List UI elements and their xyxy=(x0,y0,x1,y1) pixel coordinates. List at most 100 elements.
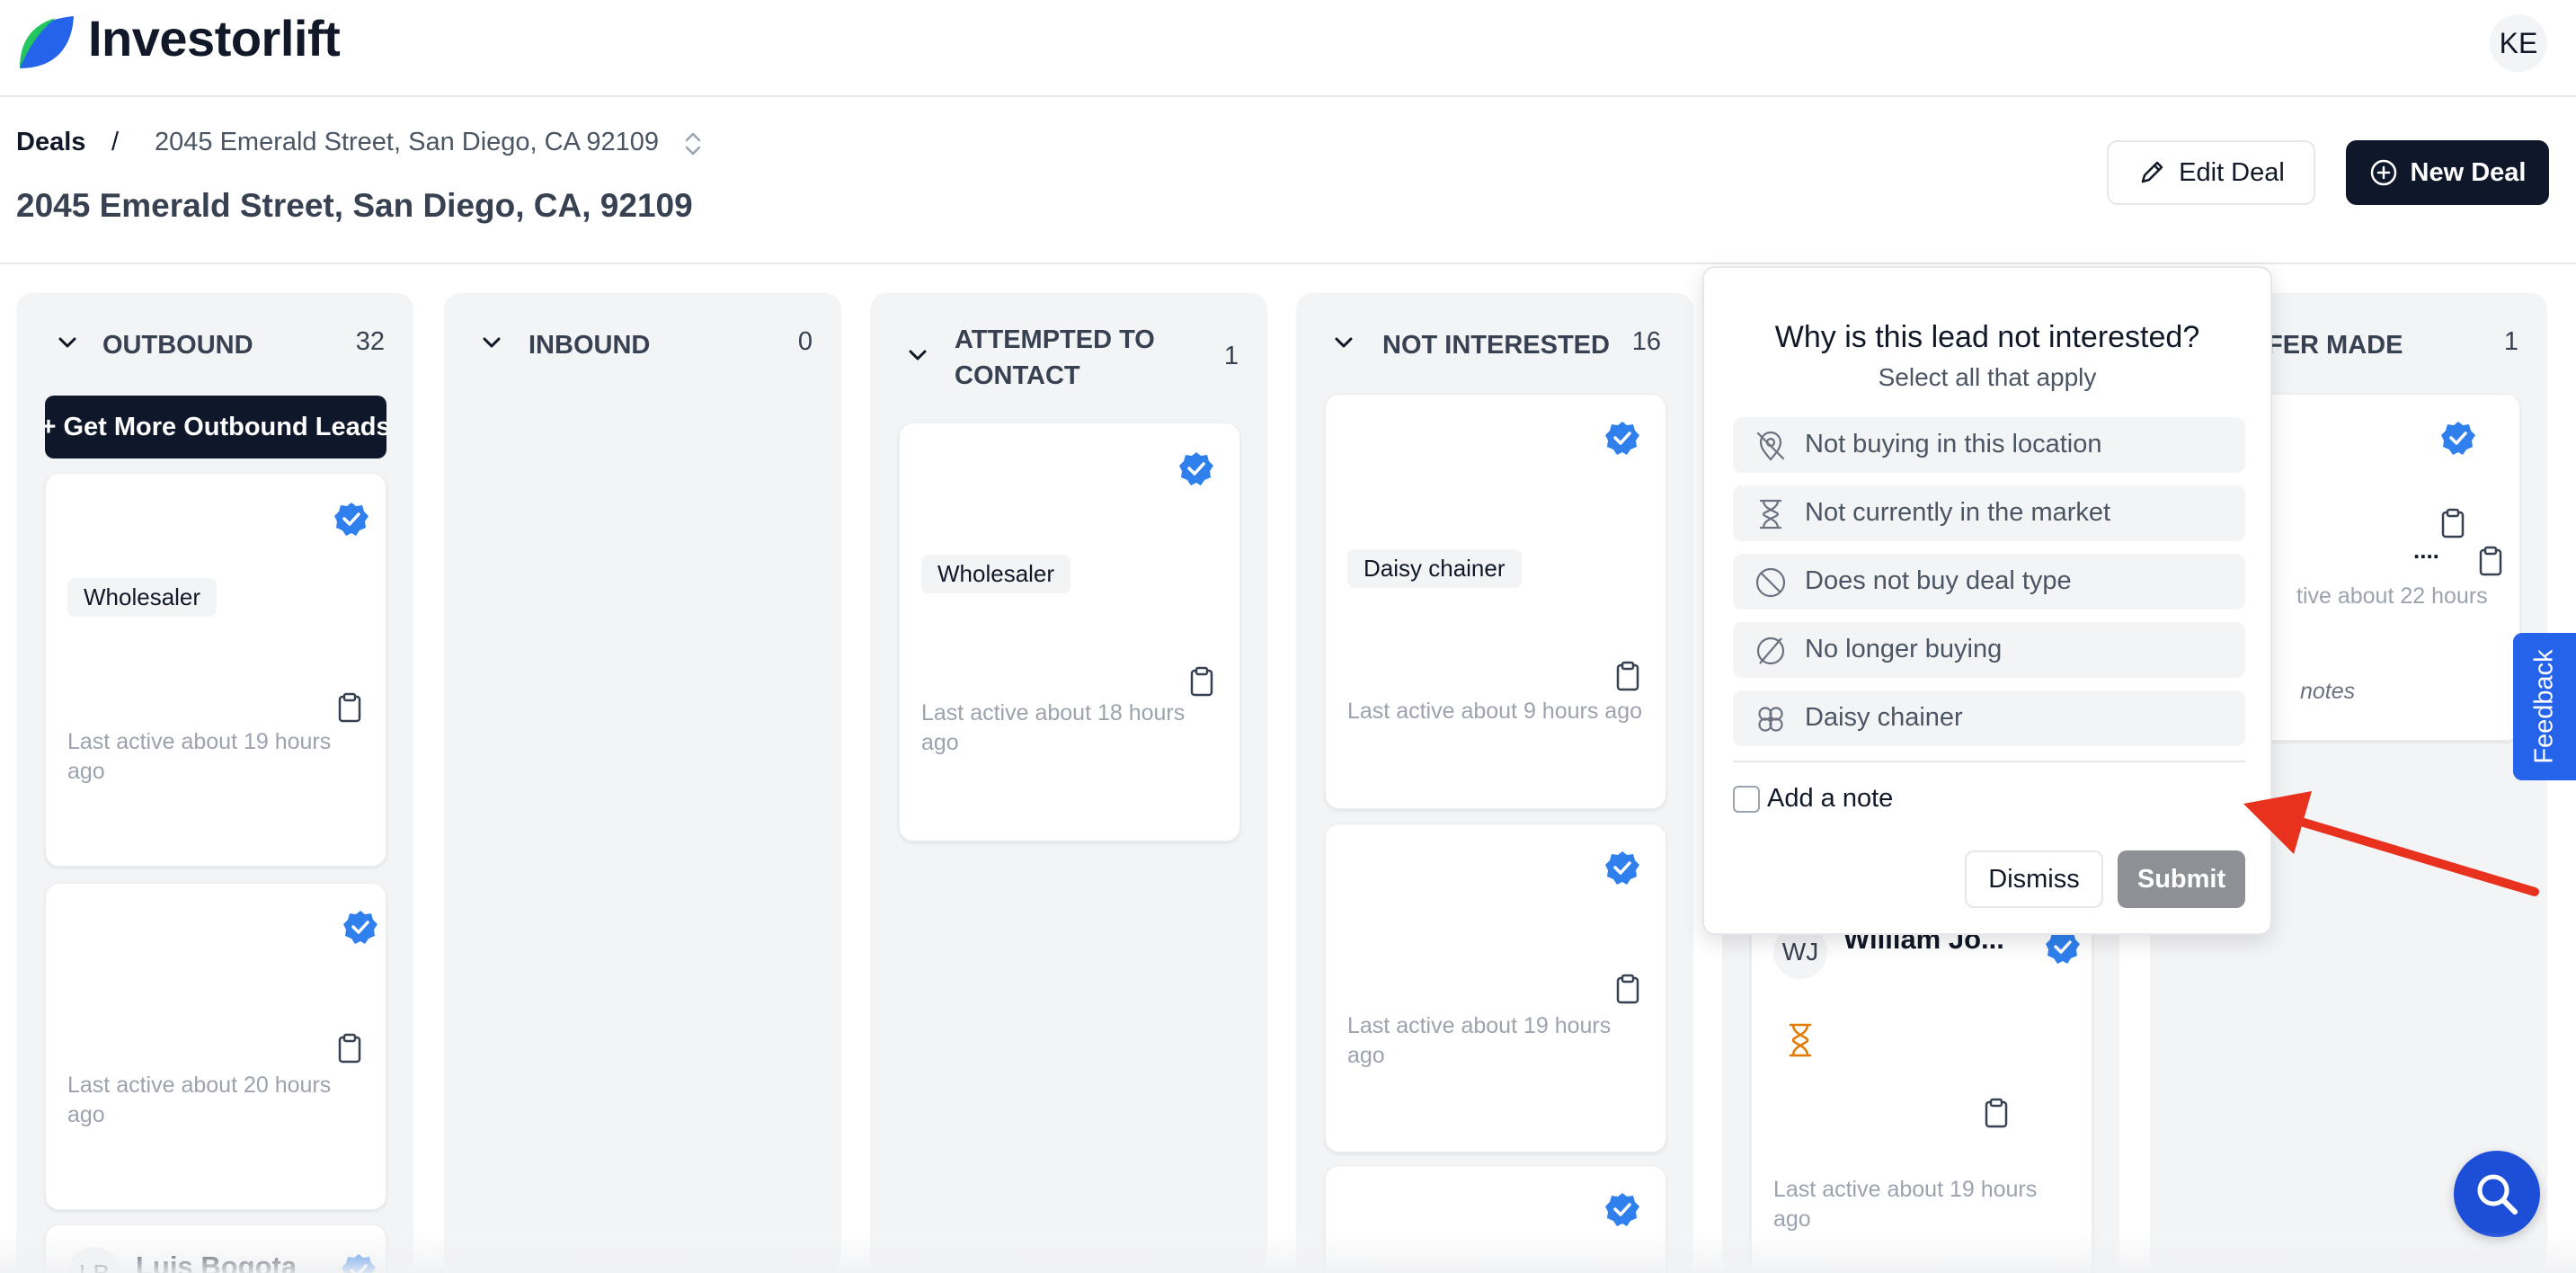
red-arrow-annotation-icon xyxy=(2229,782,2544,908)
column-header: NOT INTERESTED 16 xyxy=(1296,293,1693,392)
flower-icon xyxy=(1754,703,1787,735)
column-attempted-to-contact: ATTEMPTED TO CONTACT 1 Wholesaler Last a… xyxy=(870,293,1267,1273)
lead-card[interactable]: Last active about 19 hours ago xyxy=(1325,823,1666,1153)
breadcrumb-deals-link[interactable]: Deals xyxy=(16,128,85,157)
dismiss-button[interactable]: Dismiss xyxy=(1965,850,2103,908)
reason-label: Daisy chainer xyxy=(1805,703,1963,732)
column-count: 16 xyxy=(1631,327,1661,356)
avatar: LB xyxy=(67,1247,121,1273)
clipboard-icon[interactable] xyxy=(1189,666,1214,697)
last-active-line: Last active about 19 hours xyxy=(67,729,332,754)
lead-card[interactable]: Wholesaler Last active about 19 hours ag… xyxy=(45,473,386,867)
breadcrumb-separator: / xyxy=(111,128,120,156)
clipboard-icon[interactable] xyxy=(2478,546,2503,576)
clipboard-icon[interactable] xyxy=(337,1033,362,1064)
last-active-line: Last active about 20 hours xyxy=(67,1073,332,1098)
clipboard-icon[interactable] xyxy=(337,692,362,723)
ban-icon xyxy=(1754,566,1787,599)
popover-subtitle: Select all that apply xyxy=(1878,363,2097,391)
top-bar: Investorlift KE xyxy=(0,0,2576,97)
verified-badge-icon xyxy=(2440,420,2476,456)
search-icon xyxy=(2473,1170,2521,1218)
lead-name[interactable]: Luis Bogota xyxy=(136,1251,297,1273)
notes-text[interactable]: notes xyxy=(2300,679,2355,705)
column-count: 0 xyxy=(797,327,813,356)
page-title: 2045 Emerald Street, San Diego, CA, 9210… xyxy=(16,187,693,224)
column-title-line: CONTACT xyxy=(955,361,1080,390)
last-active-text: tive about 22 hours xyxy=(2296,583,2488,609)
lead-card[interactable]: Daisy chainer Last active about 9 hours … xyxy=(1325,394,1666,809)
lead-name[interactable]: .... xyxy=(2413,537,2439,565)
add-note-checkbox[interactable] xyxy=(1733,786,1760,813)
clipboard-icon[interactable] xyxy=(2440,508,2465,539)
lead-card[interactable]: LB Luis Bogota xyxy=(45,1224,386,1273)
reason-label: No longer buying xyxy=(1805,635,2003,663)
lead-tag: Wholesaler xyxy=(67,578,218,617)
reason-deal-type[interactable]: Does not buy deal type xyxy=(1733,554,2245,610)
reason-no-longer-buying[interactable]: No longer buying xyxy=(1733,622,2245,678)
submit-button[interactable]: Submit xyxy=(2118,850,2245,908)
reason-daisy-chainer[interactable]: Daisy chainer xyxy=(1733,690,2245,746)
user-avatar[interactable]: KE xyxy=(2490,14,2547,72)
lead-card[interactable]: Wholesaler Last active about 18 hours ag… xyxy=(899,423,1240,841)
verified-badge-icon xyxy=(342,909,378,945)
reason-label: Does not buy deal type xyxy=(1805,566,2072,595)
chevron-up-down-icon[interactable] xyxy=(683,129,703,158)
lead-card[interactable]: Last active about 20 hours ago xyxy=(45,883,386,1210)
clipboard-icon[interactable] xyxy=(1984,1098,2009,1128)
column-title: INBOUND xyxy=(529,331,651,360)
column-title: ATTEMPTED TO CONTACT xyxy=(955,322,1155,394)
last-active-line: ago xyxy=(1773,1206,1811,1232)
popover-title: Why is this lead not interested? xyxy=(1774,320,2200,354)
last-active-line: ago xyxy=(921,730,959,755)
not-interested-popover: Why is this lead not interested? Select … xyxy=(1702,266,2272,935)
new-deal-label: New Deal xyxy=(2410,157,2527,187)
add-note-label[interactable]: Add a note xyxy=(1767,784,1893,814)
empty-set-icon xyxy=(1754,635,1787,667)
reason-label: Not buying in this location xyxy=(1805,430,2102,458)
reason-label: Not currently in the market xyxy=(1805,498,2111,527)
lead-card[interactable] xyxy=(1325,1165,1666,1273)
chevron-down-icon[interactable] xyxy=(906,343,929,367)
last-active-line: Last active about 19 hours xyxy=(1347,1013,1612,1038)
clipboard-icon[interactable] xyxy=(1615,974,1640,1004)
lead-tag: Daisy chainer xyxy=(1347,549,1522,588)
verified-badge-icon xyxy=(1604,420,1640,456)
column-title: OUTBOUND xyxy=(102,331,253,360)
column-title: FER MADE xyxy=(2267,331,2403,360)
hourglass-icon xyxy=(1754,498,1787,530)
pencil-icon xyxy=(2137,158,2166,187)
lead-card[interactable]: WJ William Jo... Last active about 19 ho… xyxy=(1751,904,2092,1273)
feedback-tab[interactable]: Feedback xyxy=(2513,633,2576,780)
chevron-down-icon[interactable] xyxy=(56,331,79,354)
last-active-line: ago xyxy=(67,759,105,784)
column-title-line: ATTEMPTED TO xyxy=(955,325,1155,354)
column-inbound: INBOUND 0 xyxy=(444,293,841,1273)
chevron-down-icon[interactable] xyxy=(1332,331,1355,354)
column-count: 1 xyxy=(2503,327,2518,356)
breadcrumb-current-deal[interactable]: 2045 Emerald Street, San Diego, CA 92109 xyxy=(155,128,659,157)
verified-badge-icon xyxy=(1604,850,1640,886)
leaf-logo-icon[interactable] xyxy=(14,13,77,72)
get-more-leads-button[interactable]: + Get More Outbound Leads xyxy=(45,396,386,458)
feedback-label: Feedback xyxy=(2529,649,2559,764)
clipboard-icon[interactable] xyxy=(1615,661,1640,691)
verified-badge-icon xyxy=(1178,450,1214,486)
last-active-text: Last active about 19 hours ago xyxy=(1773,1175,2037,1234)
verified-badge-icon xyxy=(1604,1191,1640,1227)
help-search-button[interactable] xyxy=(2454,1151,2540,1237)
column-count: 1 xyxy=(1223,342,1239,370)
new-deal-button[interactable]: New Deal xyxy=(2346,140,2549,205)
edit-deal-button[interactable]: Edit Deal xyxy=(2107,140,2315,205)
plus-circle-icon xyxy=(2369,158,2398,187)
column-count: 32 xyxy=(355,327,385,356)
reason-not-buying-location[interactable]: Not buying in this location xyxy=(1733,417,2245,473)
reason-not-in-market[interactable]: Not currently in the market xyxy=(1733,485,2245,541)
last-active-line: Last active about 19 hours xyxy=(1773,1177,2038,1202)
deal-header: Deals / 2045 Emerald Street, San Diego, … xyxy=(0,97,2576,264)
chevron-down-icon[interactable] xyxy=(480,331,503,354)
column-outbound: OUTBOUND 32 + Get More Outbound Leads Wh… xyxy=(16,293,413,1273)
edit-deal-label: Edit Deal xyxy=(2179,157,2285,187)
app-name[interactable]: Investorlift xyxy=(88,9,341,67)
divider xyxy=(1733,761,2245,762)
